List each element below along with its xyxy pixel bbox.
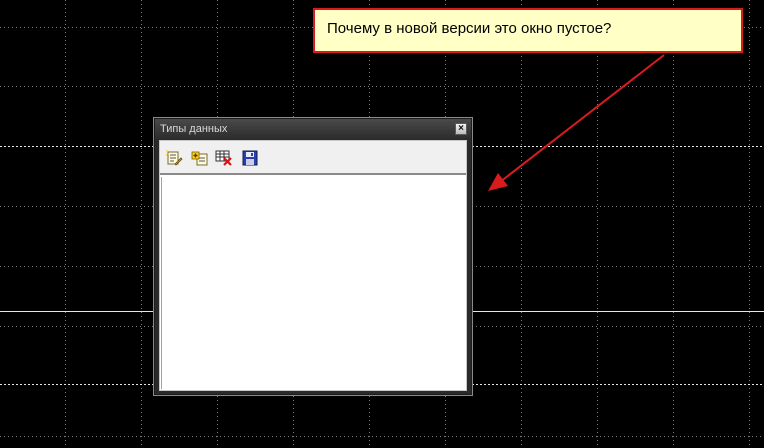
add-type-button[interactable] <box>191 149 209 167</box>
delete-icon <box>215 150 232 166</box>
save-button[interactable] <box>241 149 259 167</box>
floppy-disk-icon <box>242 150 258 166</box>
new-type-button[interactable] <box>165 149 183 167</box>
close-button[interactable]: × <box>455 123 467 135</box>
add-page-icon <box>191 151 208 166</box>
callout-text: Почему в новой версии это окно пустое? <box>327 20 612 37</box>
window-content <box>159 140 467 391</box>
close-icon: × <box>458 123 464 134</box>
data-types-window: Типы данных × <box>153 117 473 396</box>
chart-canvas: Типы данных × Почему в новой версии это … <box>0 0 764 448</box>
annotation-callout: Почему в новой версии это окно пустое? <box>313 8 743 53</box>
edit-page-icon <box>166 150 183 166</box>
data-types-list[interactable] <box>161 177 465 389</box>
toolbar <box>160 141 466 175</box>
window-title: Типы данных <box>160 123 228 135</box>
delete-type-button[interactable] <box>215 149 233 167</box>
window-title-bar[interactable]: Типы данных × <box>155 119 471 139</box>
